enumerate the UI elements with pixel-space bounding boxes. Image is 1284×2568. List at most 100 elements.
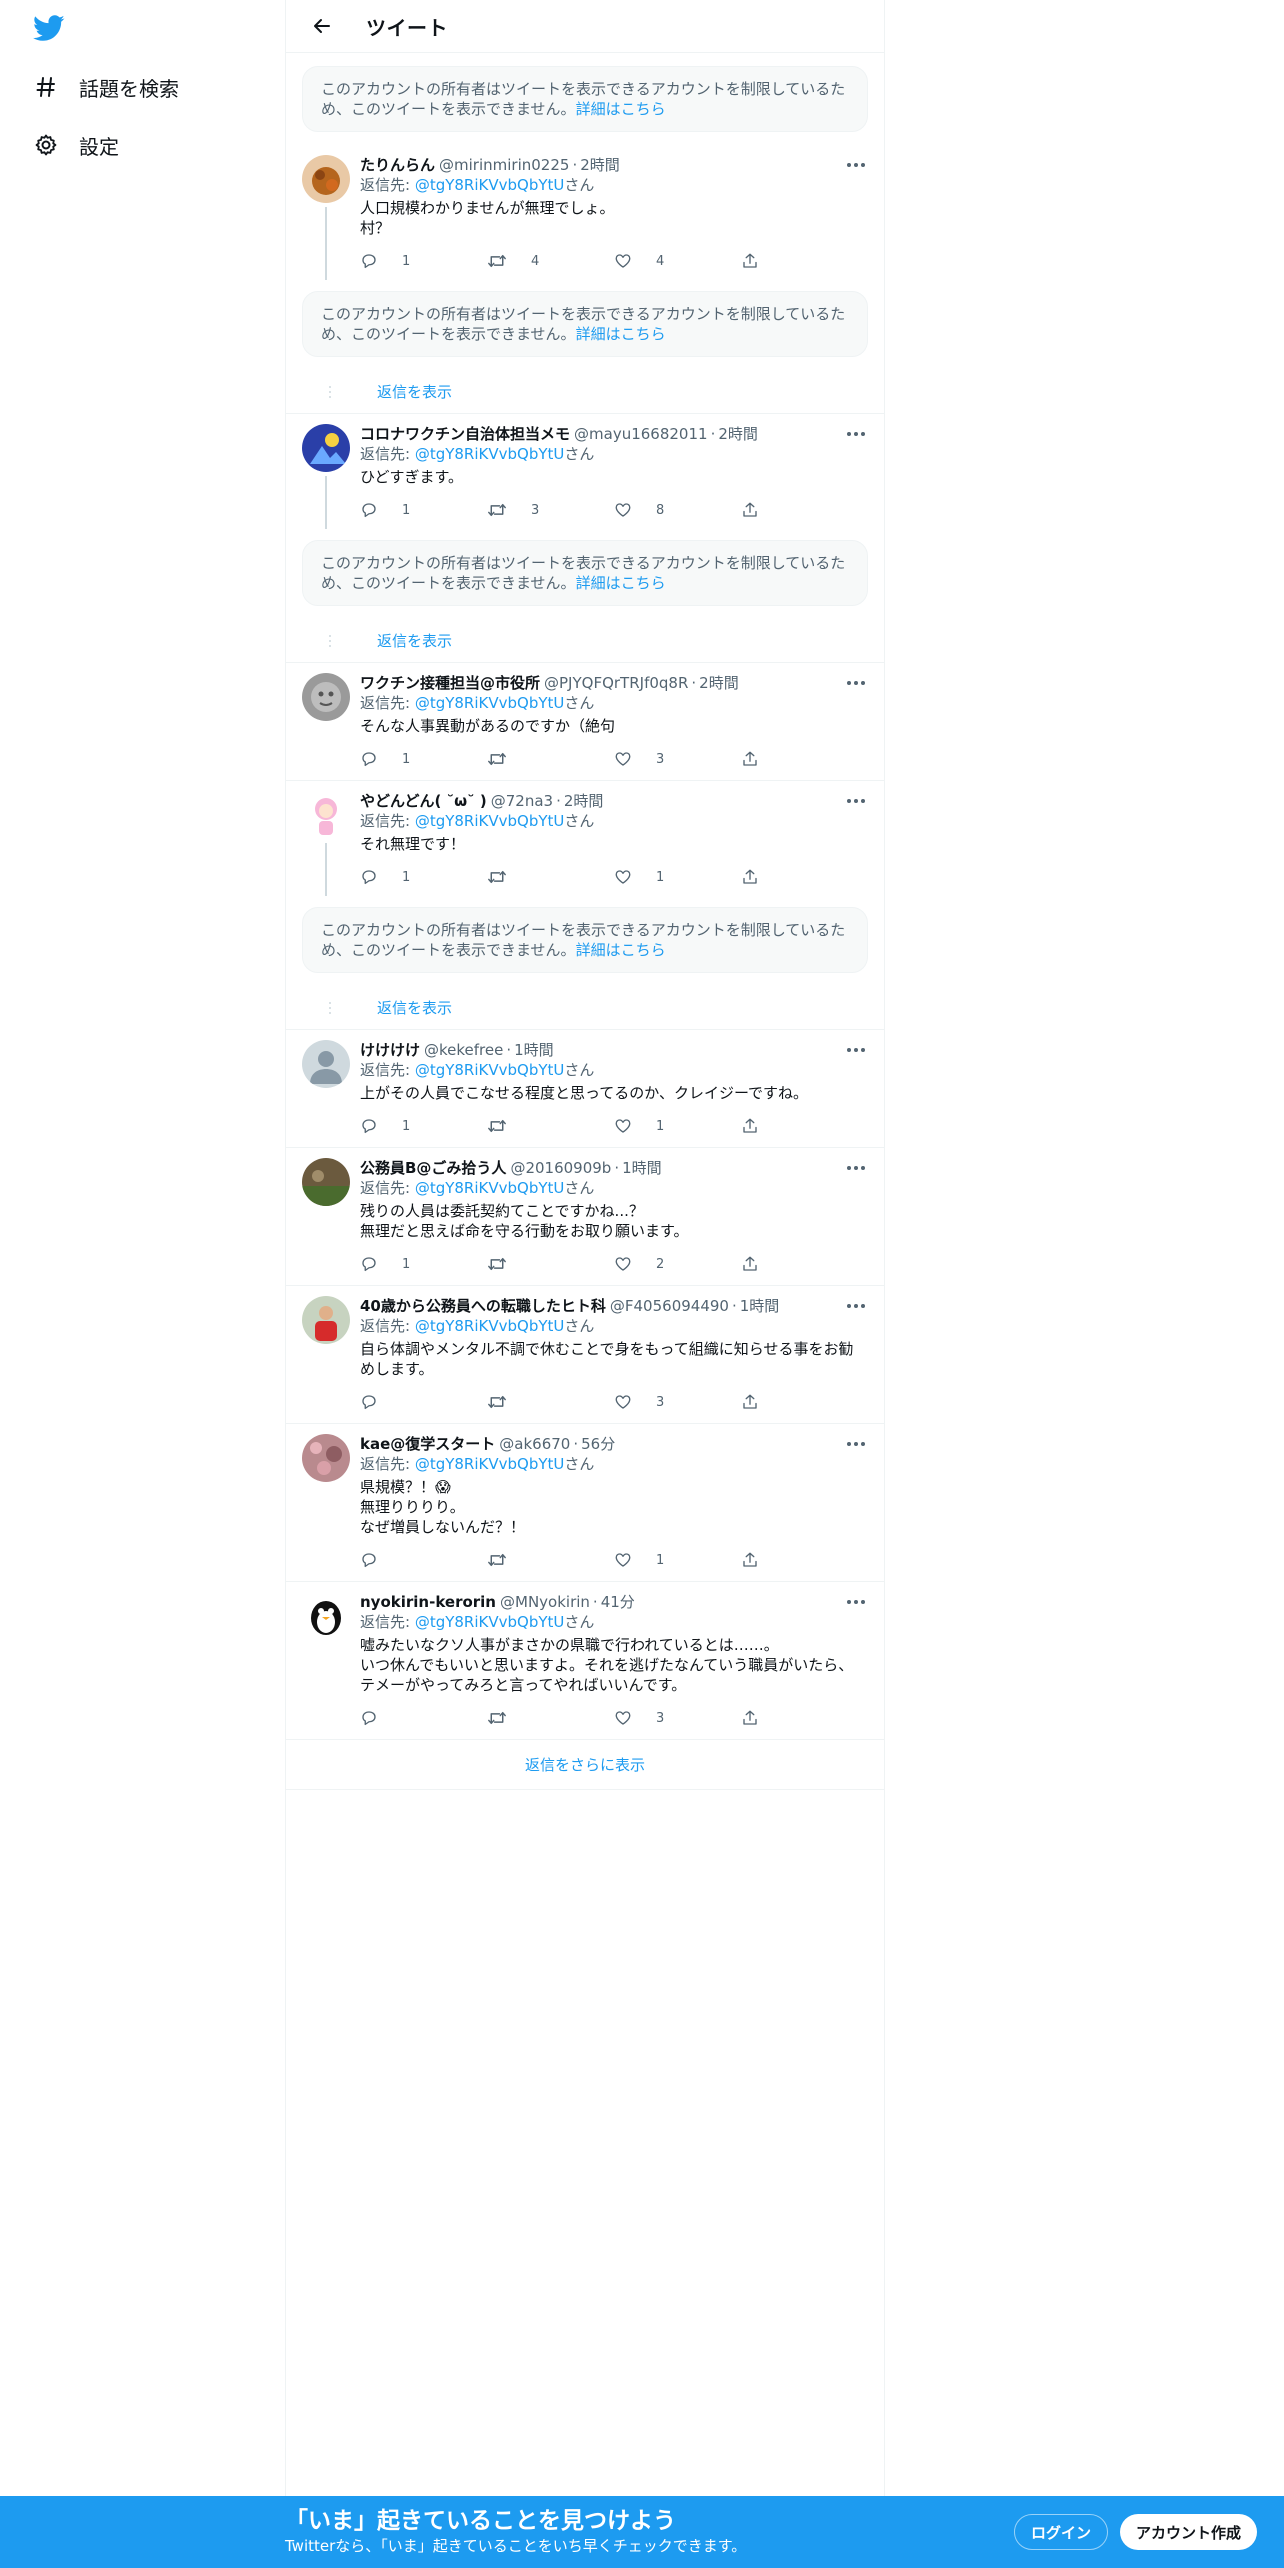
login-button[interactable]: ログイン: [1014, 2514, 1109, 2550]
tweet[interactable]: けけけけ @kekefree · 1時間 返信先: @tgY8RiKVvbQbY…: [286, 1030, 884, 1148]
avatar[interactable]: [302, 1592, 350, 1640]
show-replies-link[interactable]: 返信を表示: [377, 381, 452, 402]
author-name[interactable]: コロナワクチン自治体担当メモ: [360, 424, 570, 444]
retweet-button[interactable]: [487, 1551, 614, 1569]
retweet-button[interactable]: 4: [487, 252, 614, 270]
tweet-time[interactable]: 56分: [581, 1434, 615, 1454]
avatar[interactable]: [302, 1434, 350, 1482]
reply-button[interactable]: [360, 1551, 487, 1569]
tweet-time[interactable]: 2時間: [564, 791, 604, 811]
avatar[interactable]: [302, 673, 350, 721]
tweet[interactable]: 公務員B@ごみ拾う人 @20160909b · 1時間 返信先: @tgY8Ri…: [286, 1148, 884, 1286]
share-button[interactable]: [741, 1551, 868, 1569]
author-handle[interactable]: @PJYQFQrTRJf0q8R: [544, 673, 688, 693]
learn-more-link[interactable]: 詳細はこちら: [576, 574, 666, 592]
tweet-time[interactable]: 2時間: [699, 673, 739, 693]
author-handle[interactable]: @MNyokirin: [500, 1592, 590, 1612]
twitter-bird-icon[interactable]: [33, 15, 65, 42]
author-name[interactable]: kae@復学スタート: [360, 1434, 495, 1454]
tweet-time[interactable]: 1時間: [622, 1158, 662, 1178]
reply-button[interactable]: 1: [360, 252, 487, 270]
like-button[interactable]: 8: [614, 501, 741, 519]
more-options-button[interactable]: [844, 791, 868, 811]
learn-more-link[interactable]: 詳細はこちら: [576, 941, 666, 959]
show-replies-link[interactable]: 返信を表示: [377, 997, 452, 1018]
reply-button[interactable]: 1: [360, 1255, 487, 1273]
like-button[interactable]: 2: [614, 1255, 741, 1273]
tweet-time[interactable]: 2時間: [718, 424, 758, 444]
share-button[interactable]: [741, 252, 868, 270]
author-name[interactable]: たりんらん: [360, 155, 435, 175]
like-button[interactable]: 1: [614, 868, 741, 886]
reply-target-link[interactable]: @tgY8RiKVvbQbYtU: [415, 445, 565, 463]
author-handle[interactable]: @mirinmirin0225: [439, 155, 569, 175]
more-options-button[interactable]: [844, 1592, 868, 1612]
reply-target-link[interactable]: @tgY8RiKVvbQbYtU: [415, 176, 565, 194]
author-name[interactable]: ワクチン接種担当@市役所: [360, 673, 540, 693]
reply-button[interactable]: 1: [360, 868, 487, 886]
retweet-button[interactable]: [487, 1117, 614, 1135]
like-button[interactable]: 3: [614, 750, 741, 768]
tweet[interactable]: kae@復学スタート @ak6670 · 56分 返信先: @tgY8RiKVv…: [286, 1424, 884, 1582]
reply-button[interactable]: [360, 1709, 487, 1727]
learn-more-link[interactable]: 詳細はこちら: [576, 100, 666, 118]
avatar[interactable]: [302, 155, 350, 203]
tweet[interactable]: たりんらん @mirinmirin0225 · 2時間 返信先: @tgY8Ri…: [286, 145, 884, 280]
show-replies-link[interactable]: 返信を表示: [377, 630, 452, 651]
like-button[interactable]: 1: [614, 1551, 741, 1569]
more-options-button[interactable]: [844, 1158, 868, 1178]
reply-target-link[interactable]: @tgY8RiKVvbQbYtU: [415, 1613, 565, 1631]
show-replies-row[interactable]: 返信を表示: [286, 370, 884, 414]
share-button[interactable]: [741, 1255, 868, 1273]
author-name[interactable]: 40歳から公務員への転職したヒト科: [360, 1296, 606, 1316]
more-options-button[interactable]: [844, 1296, 868, 1316]
share-button[interactable]: [741, 868, 868, 886]
share-button[interactable]: [741, 501, 868, 519]
author-name[interactable]: やどんどん( ˘ω˘ ): [360, 791, 487, 811]
reply-target-link[interactable]: @tgY8RiKVvbQbYtU: [415, 1455, 565, 1473]
share-button[interactable]: [741, 1117, 868, 1135]
retweet-button[interactable]: [487, 868, 614, 886]
author-handle[interactable]: @mayu16682011: [574, 424, 708, 444]
author-handle[interactable]: @F4056094490: [610, 1296, 729, 1316]
show-replies-row[interactable]: 返信を表示: [286, 986, 884, 1030]
reply-target-link[interactable]: @tgY8RiKVvbQbYtU: [415, 694, 565, 712]
avatar[interactable]: [302, 1040, 350, 1088]
retweet-button[interactable]: [487, 750, 614, 768]
like-button[interactable]: 3: [614, 1393, 741, 1411]
author-name[interactable]: 公務員B@ごみ拾う人: [360, 1158, 506, 1178]
reply-button[interactable]: [360, 1393, 487, 1411]
share-button[interactable]: [741, 1393, 868, 1411]
author-handle[interactable]: @72na3: [491, 791, 553, 811]
author-handle[interactable]: @ak6670: [499, 1434, 570, 1454]
show-more-replies-button[interactable]: 返信をさらに表示: [286, 1740, 884, 1790]
avatar[interactable]: [302, 1158, 350, 1206]
reply-target-link[interactable]: @tgY8RiKVvbQbYtU: [415, 1179, 565, 1197]
retweet-button[interactable]: [487, 1709, 614, 1727]
author-handle[interactable]: @20160909b: [510, 1158, 611, 1178]
more-options-button[interactable]: [844, 424, 868, 444]
learn-more-link[interactable]: 詳細はこちら: [576, 325, 666, 343]
nav-settings[interactable]: 設定: [33, 125, 119, 165]
reply-target-link[interactable]: @tgY8RiKVvbQbYtU: [415, 812, 565, 830]
avatar[interactable]: [302, 791, 350, 839]
like-button[interactable]: 1: [614, 1117, 741, 1135]
tweet-time[interactable]: 1時間: [740, 1296, 780, 1316]
reply-button[interactable]: 1: [360, 501, 487, 519]
more-options-button[interactable]: [844, 673, 868, 693]
back-button[interactable]: [306, 10, 338, 42]
reply-target-link[interactable]: @tgY8RiKVvbQbYtU: [415, 1317, 565, 1335]
like-button[interactable]: 3: [614, 1709, 741, 1727]
retweet-button[interactable]: [487, 1393, 614, 1411]
more-options-button[interactable]: [844, 1040, 868, 1060]
reply-button[interactable]: 1: [360, 1117, 487, 1135]
share-button[interactable]: [741, 750, 868, 768]
author-handle[interactable]: @kekefree: [424, 1040, 503, 1060]
author-name[interactable]: nyokirin-kerorin: [360, 1592, 496, 1612]
nav-explore[interactable]: 話題を検索: [33, 67, 179, 107]
share-button[interactable]: [741, 1709, 868, 1727]
tweet[interactable]: nyokirin-kerorin @MNyokirin · 41分 返信先: @…: [286, 1582, 884, 1740]
more-options-button[interactable]: [844, 155, 868, 175]
tweet[interactable]: やどんどん( ˘ω˘ ) @72na3 · 2時間 返信先: @tgY8RiKV…: [286, 781, 884, 896]
reply-target-link[interactable]: @tgY8RiKVvbQbYtU: [415, 1061, 565, 1079]
